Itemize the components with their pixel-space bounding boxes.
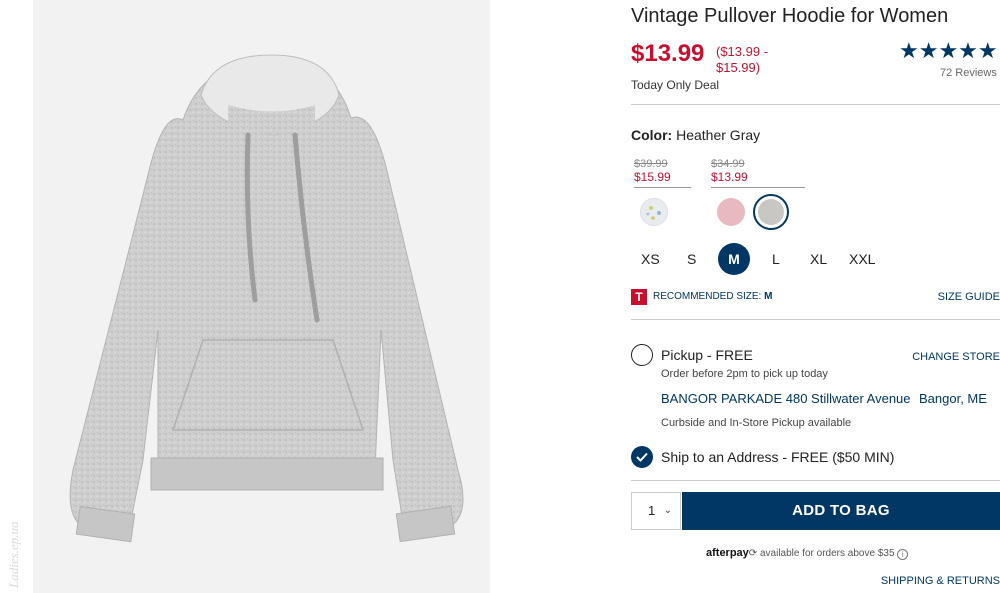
color-swatch-floral[interactable]: [640, 198, 668, 226]
store-city[interactable]: Bangor, ME: [919, 391, 987, 406]
pickup-label[interactable]: Pickup - FREE: [661, 347, 753, 363]
add-to-bag-button[interactable]: ADD TO BAG: [682, 492, 1000, 530]
price-group-1: $39.99 $15.99: [634, 158, 691, 188]
size-m[interactable]: M: [718, 243, 750, 275]
ship-label[interactable]: Ship to an Address - FREE ($50 MIN): [661, 449, 894, 465]
color-label: Color: Heather Gray: [631, 127, 761, 143]
size-s[interactable]: S: [687, 251, 696, 267]
color-swatch-pink[interactable]: [717, 198, 745, 226]
size-xl[interactable]: XL: [810, 251, 827, 267]
original-price: $39.99: [634, 158, 668, 170]
group-sale-price: $13.99: [711, 170, 748, 184]
check-icon: [636, 452, 648, 462]
rating-stars-icon[interactable]: ★★★★★: [899, 38, 998, 64]
change-store-link[interactable]: CHANGE STORE: [912, 351, 1000, 363]
afterpay-arrow-icon: ⟳: [748, 548, 758, 559]
recommended-size[interactable]: RECOMMENDED SIZE: M: [653, 291, 772, 302]
reviews-link[interactable]: 72 Reviews: [940, 67, 997, 79]
divider: [631, 104, 1000, 105]
size-xs[interactable]: XS: [641, 251, 660, 267]
divider: [631, 480, 1000, 481]
afterpay-info: afterpay⟳ available for orders above $35…: [706, 547, 909, 560]
price-group-2: $34.99 $13.99: [711, 158, 805, 188]
sale-price: $13.99: [631, 40, 705, 67]
hoodie-illustration: [69, 54, 464, 543]
size-l[interactable]: L: [772, 251, 780, 267]
original-price: $34.99: [711, 158, 745, 170]
pickup-radio[interactable]: [631, 344, 653, 366]
shipping-returns-link[interactable]: SHIPPING & RETURNS: [881, 575, 1000, 587]
quantity-select[interactable]: 1 ⌄: [631, 492, 681, 530]
product-title: Vintage Pullover Hoodie for Women: [631, 5, 949, 27]
pickup-cutoff-text: Order before 2pm to pick up today: [661, 368, 828, 380]
watermark: Ladies.ep.ua: [4, 470, 24, 590]
group-sale-price: $15.99: [634, 170, 671, 184]
divider: [631, 319, 1000, 320]
size-xxl[interactable]: XXL: [849, 251, 875, 267]
true-fit-icon: T: [631, 289, 647, 305]
store-name-link[interactable]: BANGOR PARKADE 480 Stillwater Avenue: [661, 391, 911, 406]
color-value: Heather Gray: [676, 127, 761, 143]
chevron-down-icon: ⌄: [663, 505, 672, 516]
price-range: ($13.99 - $15.99): [716, 44, 769, 75]
curbside-text: Curbside and In-Store Pickup available: [661, 417, 852, 429]
ship-radio-checked[interactable]: [631, 446, 653, 468]
color-swatch-heather-gray[interactable]: [753, 194, 789, 230]
product-details: Vintage Pullover Hoodie for Women $13.99…: [631, 0, 1000, 593]
size-guide-link[interactable]: SIZE GUIDE: [938, 291, 1000, 303]
info-icon[interactable]: i: [897, 549, 909, 560]
svg-text:Ladies.ep.ua: Ladies.ep.ua: [6, 521, 21, 589]
deal-label: Today Only Deal: [631, 78, 720, 92]
product-image[interactable]: [33, 0, 490, 593]
afterpay-logo: afterpay: [706, 547, 749, 559]
